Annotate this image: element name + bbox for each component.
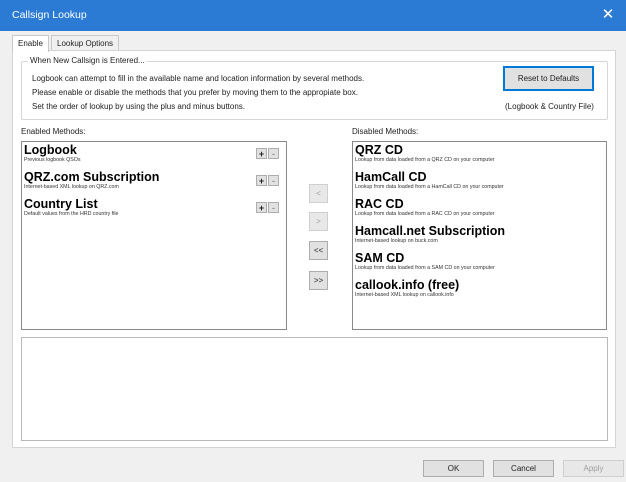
move-up-button[interactable]: + bbox=[256, 175, 267, 186]
list-item[interactable]: HamCall CD Lookup from data loaded from … bbox=[355, 171, 504, 191]
method-name: Hamcall.net Subscription bbox=[355, 224, 506, 238]
move-down-button[interactable]: - bbox=[268, 148, 279, 159]
tab-panel-enable: When New Callsign is Entered... Logbook … bbox=[12, 50, 616, 448]
disabled-methods-label: Disabled Methods: bbox=[352, 127, 419, 136]
info-line: Please enable or disable the methods tha… bbox=[32, 88, 358, 97]
details-text-area[interactable] bbox=[21, 337, 608, 441]
tab-lookup-options[interactable]: Lookup Options bbox=[51, 35, 120, 51]
list-item[interactable]: callook.info (free) Internet-based XML l… bbox=[355, 279, 459, 299]
list-item[interactable]: QRZ.com Subscription Internet-based XML … bbox=[24, 171, 159, 191]
method-description: Default values from the HRD country file bbox=[24, 211, 119, 217]
window-title: Callsign Lookup bbox=[12, 9, 87, 21]
method-description: Lookup from data loaded from a RAC CD on… bbox=[355, 211, 495, 217]
list-item[interactable]: Hamcall.net Subscription Internet-based … bbox=[355, 225, 505, 245]
method-description: Lookup from data loaded from a HamCall C… bbox=[355, 184, 504, 190]
move-right-button[interactable]: > bbox=[309, 212, 328, 231]
move-all-left-button[interactable]: << bbox=[309, 241, 328, 260]
list-item[interactable]: Country List Default values from the HRD… bbox=[24, 198, 119, 218]
list-item[interactable]: RAC CD Lookup from data loaded from a RA… bbox=[355, 198, 495, 218]
move-all-right-button[interactable]: >> bbox=[309, 271, 328, 290]
method-name: QRZ.com Subscription bbox=[24, 170, 160, 184]
method-description: Internet-based lookup on buck.com bbox=[355, 238, 438, 244]
cancel-button[interactable]: Cancel bbox=[493, 460, 554, 477]
method-name: Logbook bbox=[24, 143, 77, 157]
method-description: Lookup from data loaded from a SAM CD on… bbox=[355, 265, 495, 271]
method-name: QRZ CD bbox=[355, 143, 403, 157]
ok-button[interactable]: OK bbox=[423, 460, 484, 477]
reset-to-defaults-button[interactable]: Reset to Defaults bbox=[503, 66, 594, 91]
enabled-methods-list[interactable]: Logbook Previous logbook QSOs + - QRZ.co… bbox=[21, 141, 287, 330]
move-left-button[interactable]: < bbox=[309, 184, 328, 203]
disabled-methods-list[interactable]: QRZ CD Lookup from data loaded from a QR… bbox=[352, 141, 607, 330]
method-description: Internet-based XML lookup on callook.inf… bbox=[355, 292, 454, 298]
move-up-button[interactable]: + bbox=[256, 202, 267, 213]
method-name: SAM CD bbox=[355, 251, 405, 265]
method-name: RAC CD bbox=[355, 197, 404, 211]
info-line: Logbook can attempt to fill in the avail… bbox=[32, 74, 365, 83]
method-description: Previous logbook QSOs bbox=[24, 157, 81, 163]
title-bar: Callsign Lookup ✕ bbox=[0, 0, 626, 31]
group-legend: When New Callsign is Entered... bbox=[28, 56, 147, 65]
close-icon[interactable]: ✕ bbox=[596, 4, 620, 26]
enabled-methods-label: Enabled Methods: bbox=[21, 127, 86, 136]
method-name: HamCall CD bbox=[355, 170, 427, 184]
method-description: Internet-based XML lookup on QRZ.com bbox=[24, 184, 119, 190]
info-line: Set the order of lookup by using the plu… bbox=[32, 102, 246, 111]
move-down-button[interactable]: - bbox=[268, 175, 279, 186]
move-down-button[interactable]: - bbox=[268, 202, 279, 213]
method-description: Lookup from data loaded from a QRZ CD on… bbox=[355, 157, 495, 163]
method-name: Country List bbox=[24, 197, 98, 211]
dialog-client: Enable Lookup Options When New Callsign … bbox=[0, 31, 626, 482]
move-up-button[interactable]: + bbox=[256, 148, 267, 159]
list-item[interactable]: QRZ CD Lookup from data loaded from a QR… bbox=[355, 144, 495, 164]
list-item[interactable]: SAM CD Lookup from data loaded from a SA… bbox=[355, 252, 495, 272]
tab-enable[interactable]: Enable bbox=[12, 35, 49, 52]
info-group: When New Callsign is Entered... Logbook … bbox=[21, 56, 608, 120]
apply-button[interactable]: Apply bbox=[563, 460, 624, 477]
list-item[interactable]: Logbook Previous logbook QSOs bbox=[24, 144, 81, 164]
method-name: callook.info (free) bbox=[355, 278, 460, 292]
reset-note: (Logbook & Country File) bbox=[505, 102, 594, 111]
